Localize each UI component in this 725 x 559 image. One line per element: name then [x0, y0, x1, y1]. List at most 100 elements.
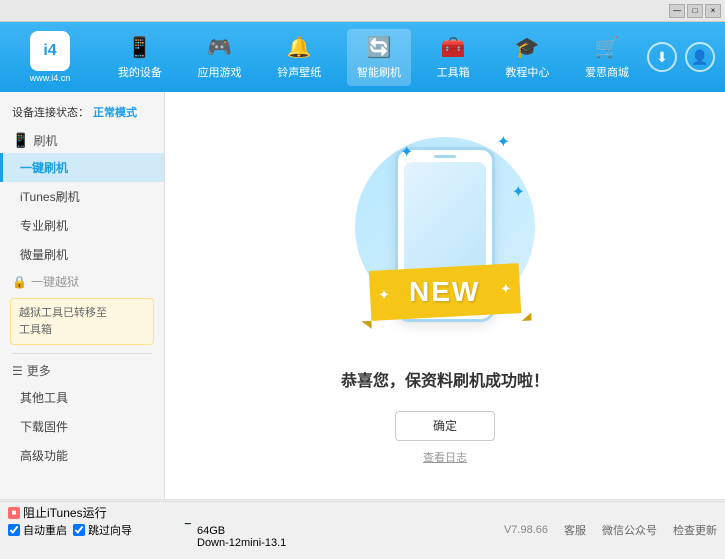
header-right: ⬇ 👤 — [647, 42, 715, 72]
jailbreak-notice-text: 越狱工具已转移至工具箱 — [19, 307, 107, 336]
close-button[interactable]: × — [705, 4, 721, 18]
minimize-button[interactable]: — — [669, 4, 685, 18]
nav-apps-icon: 🎮 — [207, 35, 232, 60]
phone-speaker — [434, 155, 456, 158]
nav-bar: 📱 我的设备 🎮 应用游戏 🔔 铃声壁纸 🔄 智能刷机 🧰 工具箱 🎓 教程中心… — [100, 29, 647, 86]
bottom-left-section: 自动重启 跳过向导 — [8, 522, 173, 538]
nav-tutorials-icon: 🎓 — [515, 35, 540, 60]
download-icon: ⬇ — [656, 49, 668, 66]
nav-my-device-label: 我的设备 — [118, 64, 162, 80]
nav-tutorials-label: 教程中心 — [505, 64, 549, 80]
sidebar-item-other-tools[interactable]: 其他工具 — [0, 383, 164, 412]
itunes-stop-button[interactable]: ■ 阻止iTunes运行 — [8, 504, 107, 521]
download-fw-label: 下载固件 — [20, 420, 68, 434]
ribbon-star-right: ✦ — [500, 280, 512, 297]
nav-my-device-icon: 📱 — [127, 35, 152, 60]
check-update-link[interactable]: 检查更新 — [673, 522, 717, 538]
title-bar: — □ × — [0, 0, 725, 22]
maximize-button[interactable]: □ — [687, 4, 703, 18]
lock-icon: 🔒 — [12, 275, 27, 289]
nav-apps-games[interactable]: 🎮 应用游戏 — [188, 29, 252, 86]
ribbon-tail-right — [521, 312, 531, 321]
header: i4 www.i4.cn 📱 我的设备 🎮 应用游戏 🔔 铃声壁纸 🔄 智能刷机… — [0, 22, 725, 92]
nav-smart-flash-label: 智能刷机 — [357, 64, 401, 80]
skip-guide-checkbox[interactable]: 跳过向导 — [73, 522, 132, 538]
skip-guide-label: 跳过向导 — [88, 522, 132, 538]
itunes-flash-label: iTunes刷机 — [20, 190, 80, 204]
user-button[interactable]: 👤 — [685, 42, 715, 72]
more-section-icon: ☰ — [12, 364, 23, 378]
nav-my-device[interactable]: 📱 我的设备 — [108, 29, 172, 86]
sidebar-divider — [12, 353, 152, 354]
success-message: 恭喜您，保资料刷机成功啦！ — [341, 367, 549, 391]
footer-bar: ■ 阻止iTunes运行 — [0, 501, 725, 523]
download-button[interactable]: ⬇ — [647, 42, 677, 72]
sidebar-item-advanced[interactable]: 高级功能 — [0, 441, 164, 470]
ribbon-banner: ✦ NEW ✦ — [369, 263, 521, 321]
nav-tutorials[interactable]: 🎓 教程中心 — [495, 29, 559, 86]
micro-flash-label: 微量刷机 — [20, 248, 68, 262]
success-illustration: ✦ ✦ ✦ ✦ NEW ✦ — [345, 127, 545, 347]
bottom-right-section: V7.98.66 客服 微信公众号 检查更新 — [504, 522, 717, 538]
sidebar-item-micro-flash[interactable]: 微量刷机 — [0, 240, 164, 269]
nav-smart-flash[interactable]: 🔄 智能刷机 — [347, 29, 411, 86]
sparkle-3: ✦ — [512, 182, 525, 202]
stop-symbol: ■ — [12, 508, 17, 517]
logo-short: i4 — [43, 42, 56, 60]
content-area: ✦ ✦ ✦ ✦ NEW ✦ 恭喜您，保资料刷机成功啦！ 确定 查看日志 — [165, 92, 725, 499]
sidebar: 设备连接状态： 正常模式 📱 刷机 一键刷机 iTunes刷机 专业刷机 微量刷… — [0, 92, 165, 499]
nav-smart-flash-icon: 🔄 — [367, 35, 392, 60]
pro-flash-label: 专业刷机 — [20, 219, 68, 233]
more-section-header: ☰ 更多 — [0, 358, 164, 383]
device-model: Down-12mini-13.1 — [197, 537, 286, 549]
nav-apps-label: 应用游戏 — [198, 64, 242, 80]
nav-ringtones-icon: 🔔 — [287, 35, 312, 60]
nav-toolbox-icon: 🧰 — [441, 35, 466, 60]
nav-shop-icon: 🛒 — [595, 35, 620, 60]
jailbreak-notice: 越狱工具已转移至工具箱 — [10, 298, 154, 345]
nav-shop[interactable]: 🛒 爱思商城 — [575, 29, 639, 86]
connection-status: 设备连接状态： 正常模式 — [0, 100, 164, 128]
jailbreak-label: 一键越狱 — [31, 273, 79, 290]
ribbon-tail-left — [361, 320, 371, 329]
nav-toolbox[interactable]: 🧰 工具箱 — [427, 29, 480, 86]
user-icon: 👤 — [691, 49, 708, 66]
flash-section-header: 📱 刷机 — [0, 128, 164, 153]
other-tools-label: 其他工具 — [20, 391, 68, 405]
logo-url: www.i4.cn — [30, 73, 71, 83]
one-key-flash-label: 一键刷机 — [20, 161, 68, 175]
ribbon-text: NEW — [409, 276, 480, 308]
version-text: V7.98.66 — [504, 524, 548, 536]
wechat-link[interactable]: 微信公众号 — [602, 522, 657, 538]
advanced-label: 高级功能 — [20, 449, 68, 463]
customer-service-link[interactable]: 客服 — [564, 522, 586, 538]
auto-boot-checkbox[interactable]: 自动重启 — [8, 522, 67, 538]
view-log-link[interactable]: 查看日志 — [423, 449, 467, 465]
sidebar-item-one-key-flash[interactable]: 一键刷机 — [0, 153, 164, 182]
skip-guide-input[interactable] — [73, 524, 85, 536]
more-section-label: 更多 — [27, 362, 51, 379]
stop-icon: ■ — [8, 507, 20, 519]
jailbreak-section: 🔒 一键越狱 — [0, 269, 164, 294]
confirm-button[interactable]: 确定 — [395, 411, 495, 441]
auto-boot-label: 自动重启 — [23, 522, 67, 538]
logo[interactable]: i4 www.i4.cn — [10, 31, 90, 83]
nav-shop-label: 爱思商城 — [585, 64, 629, 80]
nav-toolbox-label: 工具箱 — [437, 64, 470, 80]
logo-icon: i4 — [30, 31, 70, 71]
itunes-stop-label: 阻止iTunes运行 — [23, 504, 107, 521]
sidebar-item-pro-flash[interactable]: 专业刷机 — [0, 211, 164, 240]
new-ribbon: ✦ NEW ✦ — [380, 257, 510, 317]
ribbon-star-left: ✦ — [378, 286, 390, 303]
sidebar-item-itunes-flash[interactable]: iTunes刷机 — [0, 182, 164, 211]
flash-section-icon: 📱 — [12, 132, 29, 149]
auto-boot-input[interactable] — [8, 524, 20, 536]
sidebar-item-download-fw[interactable]: 下载固件 — [0, 412, 164, 441]
sparkle-2: ✦ — [497, 132, 510, 152]
status-value: 正常模式 — [93, 104, 137, 120]
sparkle-1: ✦ — [400, 142, 413, 162]
nav-ringtones-label: 铃声壁纸 — [277, 64, 321, 80]
device-storage: 64GB — [197, 525, 225, 537]
main-area: 设备连接状态： 正常模式 📱 刷机 一键刷机 iTunes刷机 专业刷机 微量刷… — [0, 92, 725, 499]
nav-ringtones[interactable]: 🔔 铃声壁纸 — [267, 29, 331, 86]
